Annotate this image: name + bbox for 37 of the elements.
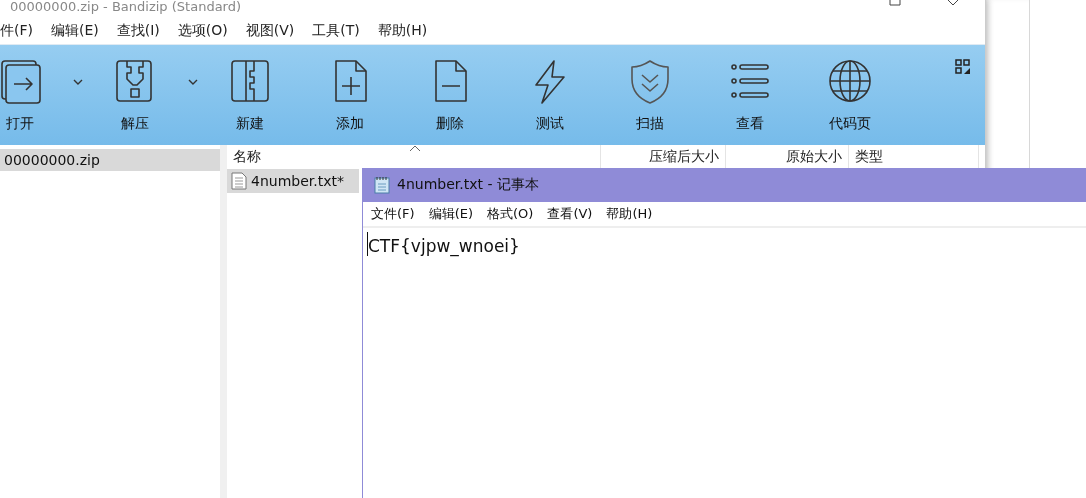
file-row[interactable]: 4number.txt* <box>227 169 359 193</box>
toolbar-button[interactable]: 测试 <box>500 45 600 145</box>
menu-item[interactable]: 格式(O) <box>487 205 534 223</box>
toolbar-button[interactable]: 删除 <box>400 45 500 145</box>
zipper-icon <box>228 59 272 105</box>
open-icon <box>0 59 42 105</box>
toolbar-button[interactable]: 解压 <box>85 45 185 145</box>
menu-item[interactable]: 编辑(E) <box>51 22 99 40</box>
text-content[interactable]: CTF{vjpw_wnoei} <box>367 232 520 256</box>
toolbar-button[interactable]: 查看 <box>700 45 800 145</box>
menu-item[interactable]: 编辑(E) <box>428 205 473 223</box>
toolbar-button[interactable]: 打开 <box>0 45 70 145</box>
toolbar-button[interactable]: 新建 <box>200 45 300 145</box>
globe-icon <box>828 59 872 105</box>
toolbar-button[interactable]: 添加 <box>300 45 400 145</box>
shield-icon <box>628 59 672 105</box>
toolbar-button[interactable]: 代码页 <box>800 45 900 145</box>
window-title: 00000000.zip - Bandizip (Standard) <box>10 0 242 14</box>
menu-item[interactable]: 帮助(H) <box>606 205 653 223</box>
text-file-icon <box>231 172 247 190</box>
menu-item[interactable]: 查看(V) <box>547 205 593 223</box>
menu-item[interactable]: 帮助(H) <box>377 22 428 40</box>
window-title: 4number.txt - 记事本 <box>397 176 539 194</box>
folder-item[interactable]: 00000000.zip <box>0 149 220 171</box>
file-name: 4number.txt* <box>251 173 344 189</box>
notepad-icon <box>373 176 391 194</box>
toolbar-button[interactable]: 扫描 <box>600 45 700 145</box>
caret-icon <box>187 79 198 85</box>
sort-icon <box>409 145 421 152</box>
layout-icon[interactable] <box>955 59 971 75</box>
menu-item[interactable]: 视图(V) <box>245 22 295 40</box>
menu-item[interactable]: 查找(I) <box>116 22 160 40</box>
menu-item[interactable]: 件(F) <box>0 22 33 40</box>
menu-item[interactable]: 文件(F) <box>371 205 415 223</box>
menu-item[interactable]: 工具(T) <box>312 22 360 40</box>
caret-icon <box>72 79 83 85</box>
menu-item[interactable]: 选项(O) <box>177 22 228 40</box>
